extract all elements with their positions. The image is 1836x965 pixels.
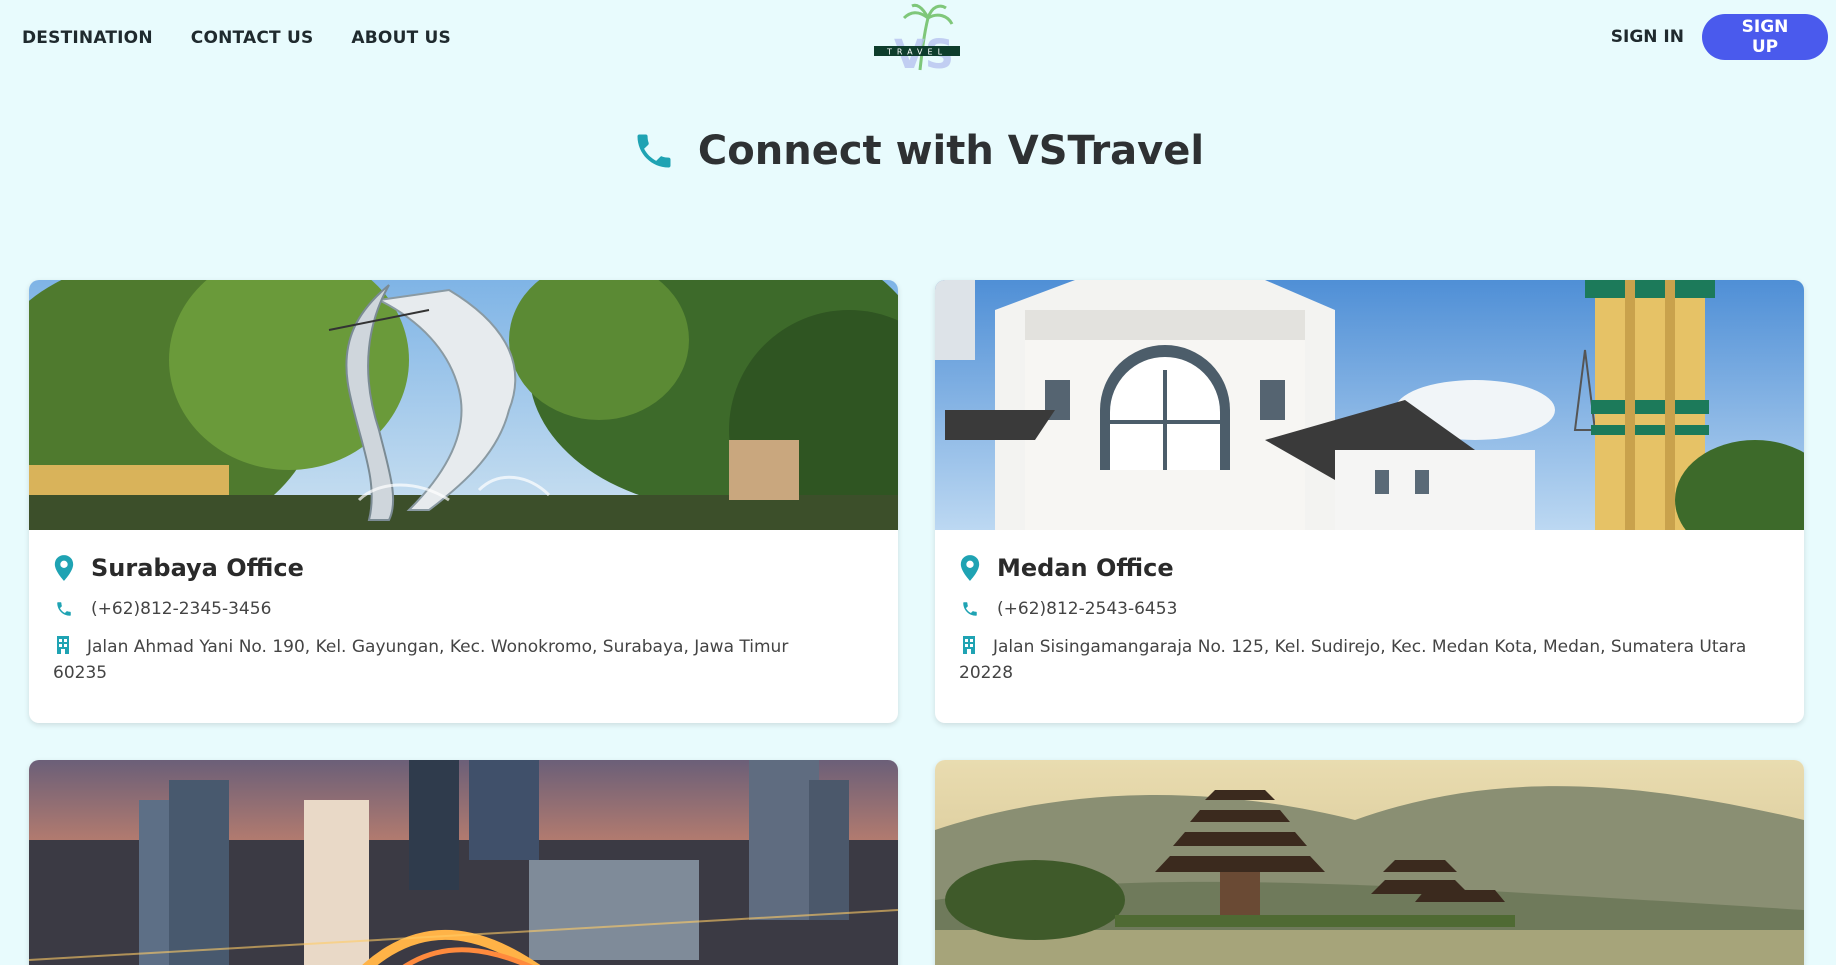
office-card-medan[interactable]: Medan Office (+62)812-2543-6453 Jalan Si… <box>935 280 1804 723</box>
phone-icon <box>963 602 977 616</box>
office-name: Surabaya Office <box>91 554 304 582</box>
office-title-row: Medan Office <box>959 554 1780 582</box>
building-icon <box>57 636 69 654</box>
office-card-body: Surabaya Office (+62)812-2345-3456 Jalan… <box>29 530 898 720</box>
logo-text: TRAVEL <box>886 48 947 57</box>
nav-left: DESTINATION CONTACT US ABOUT US <box>22 28 451 48</box>
office-phone-row: (+62)812-2345-3456 <box>53 596 874 622</box>
office-title-row: Surabaya Office <box>53 554 874 582</box>
page-title: Connect with VSTravel <box>697 128 1205 174</box>
office-address-row: Jalan Ahmad Yani No. 190, Kel. Gayungan,… <box>53 632 874 686</box>
office-address-line1: Jalan Ahmad Yani No. 190, Kel. Gayungan,… <box>87 637 789 657</box>
location-pin-icon <box>960 555 980 581</box>
signin-link[interactable]: SIGN IN <box>1611 27 1684 47</box>
office-address-row: Jalan Sisingamangaraja No. 125, Kel. Sud… <box>959 632 1780 686</box>
office-phone[interactable]: (+62)812-2543-6453 <box>997 596 1177 622</box>
office-card-body: Medan Office (+62)812-2543-6453 Jalan Si… <box>935 530 1804 720</box>
bali-photo <box>935 760 1804 965</box>
nav-right: SIGN IN SIGN UP <box>1611 14 1828 60</box>
office-address-line2: 20228 <box>959 663 1014 683</box>
page-title-row: Connect with VSTravel <box>0 128 1836 174</box>
nav-about-link[interactable]: ABOUT US <box>351 28 451 48</box>
office-phone[interactable]: (+62)812-2345-3456 <box>91 596 271 622</box>
phone-icon <box>57 602 71 616</box>
nav-contact-link[interactable]: CONTACT US <box>191 28 314 48</box>
nav-destination-link[interactable]: DESTINATION <box>22 28 153 48</box>
signup-button[interactable]: SIGN UP <box>1702 14 1828 60</box>
office-address-line2: 60235 <box>53 663 108 683</box>
phone-icon <box>637 134 671 168</box>
surabaya-photo <box>29 280 898 530</box>
medan-photo <box>935 280 1804 530</box>
office-card-bali[interactable] <box>935 760 1804 965</box>
office-address-line1: Jalan Sisingamangaraja No. 125, Kel. Sud… <box>993 637 1747 657</box>
jakarta-photo <box>29 760 898 965</box>
office-card-surabaya[interactable]: Surabaya Office (+62)812-2345-3456 Jalan… <box>29 280 898 723</box>
office-name: Medan Office <box>997 554 1174 582</box>
vstravel-logo[interactable]: VS TRAVEL <box>872 2 964 74</box>
location-pin-icon <box>54 555 74 581</box>
office-card-jakarta[interactable] <box>29 760 898 965</box>
office-phone-row: (+62)812-2543-6453 <box>959 596 1780 622</box>
building-icon <box>963 636 975 654</box>
